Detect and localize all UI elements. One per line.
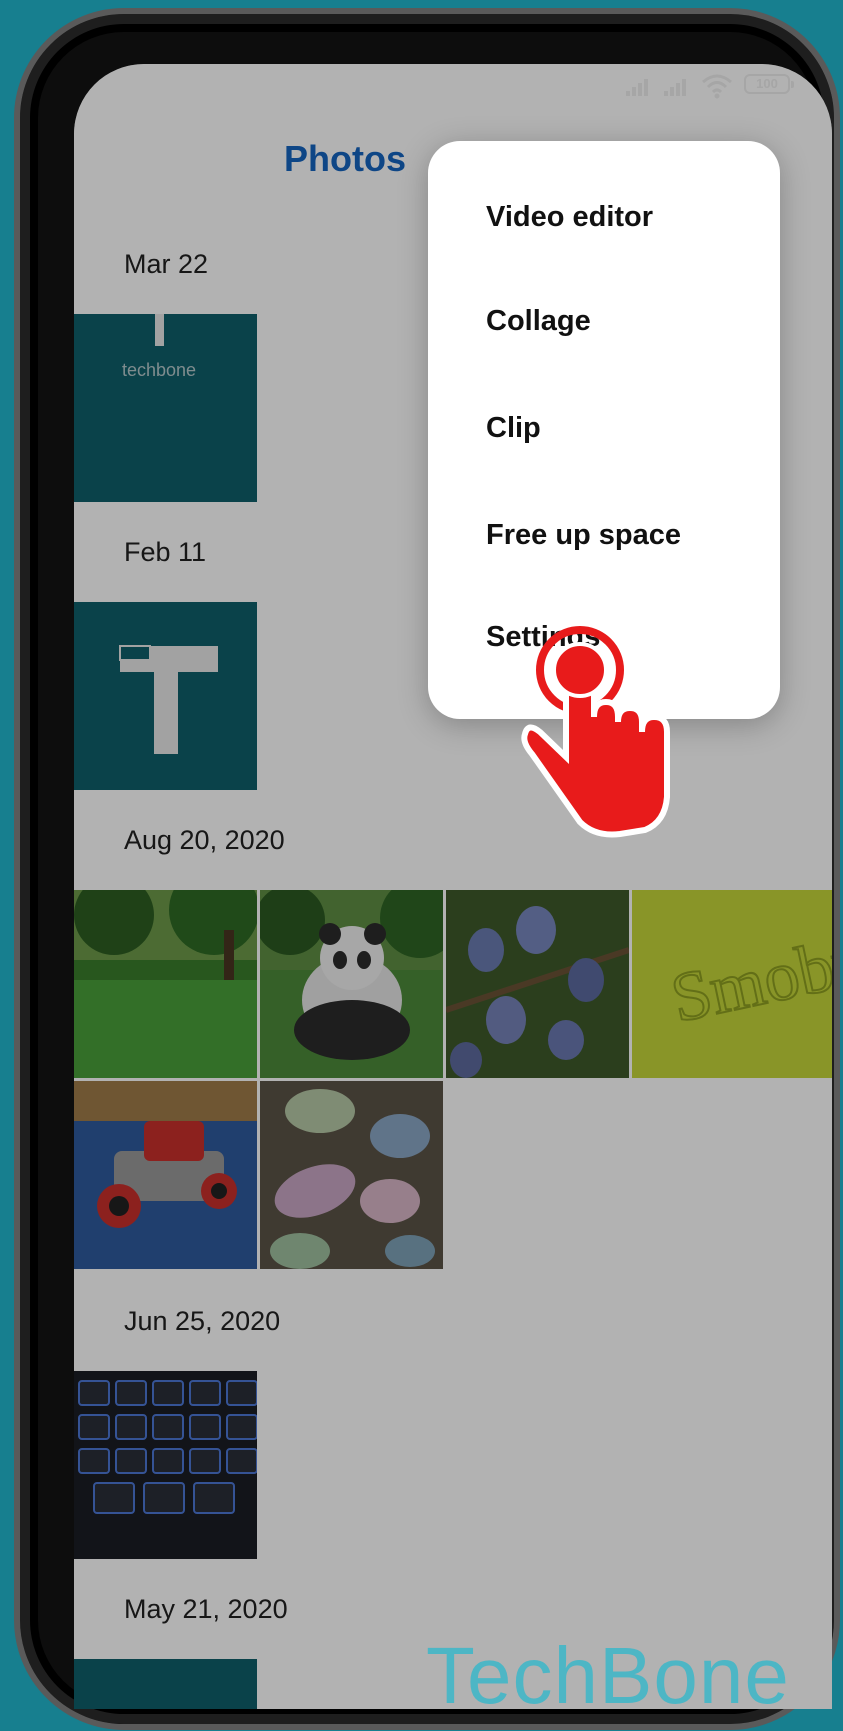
menu-item-collage[interactable]: Collage: [486, 305, 591, 338]
menu-item-free-up-space[interactable]: Free up space: [486, 519, 681, 552]
menu-item-clip[interactable]: Clip: [486, 412, 541, 445]
tap-hand-pointer-icon: [521, 626, 670, 838]
techbone-watermark: TechBone: [426, 1631, 790, 1709]
menu-item-video-editor[interactable]: Video editor: [486, 201, 653, 234]
phone-frame: 10:49 100 Photos Mar 22 techbone Feb 11 …: [14, 8, 840, 1730]
phone-screen: 10:49 100 Photos Mar 22 techbone Feb 11 …: [74, 64, 832, 1709]
